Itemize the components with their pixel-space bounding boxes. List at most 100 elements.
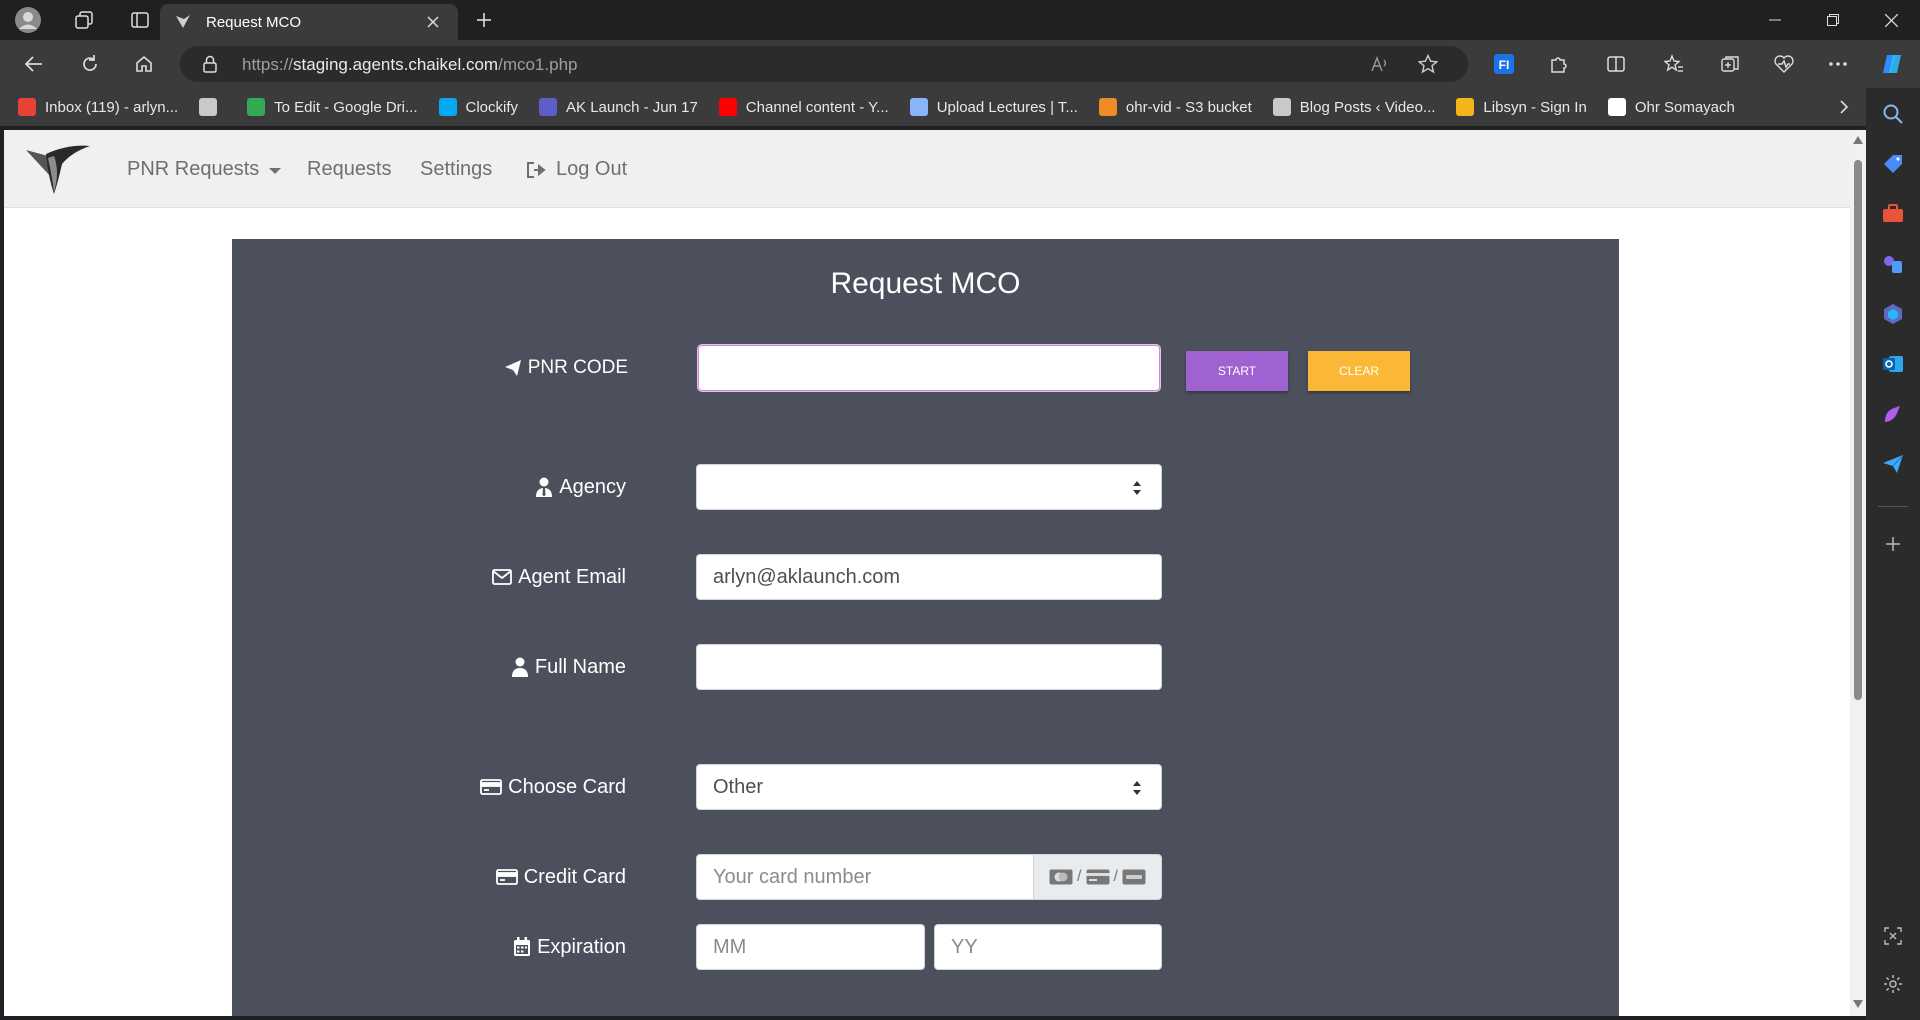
page-viewport: PNR Requests Requests Settings Log Out R… [4,130,1850,1016]
bookmark-label: ohr-vid - S3 bucket [1125,98,1252,116]
credit-card-number-input[interactable]: Your card number [696,854,1034,900]
sign-out-icon [527,161,546,178]
home-button[interactable] [126,46,162,82]
bookmark-item[interactable]: Inbox (119) - arlyn... [18,98,178,116]
start-button[interactable]: START [1186,351,1288,391]
bookmark-label: Channel content - Y... [745,98,889,116]
site-favicon [176,15,190,28]
extension-fi-icon[interactable]: FI [1488,48,1520,80]
add-sidebar-app-icon[interactable] [1881,532,1905,556]
bookmark-item[interactable]: Libsyn - Sign In [1456,98,1587,116]
expiration-label: Expiration [432,924,626,970]
bookmark-item[interactable]: Ohr Somayach [1607,98,1735,116]
close-window-button[interactable] [1862,0,1920,40]
close-icon [1884,13,1898,27]
reload-button[interactable] [72,46,108,82]
choose-card-select[interactable]: Other [696,764,1162,810]
microsoft-365-icon[interactable] [1881,302,1905,326]
tools-briefcase-icon[interactable] [1881,202,1905,226]
aws-s3-icon [1098,98,1117,116]
plus-icon [477,13,491,27]
bookmarks-bar: Inbox (119) - arlyn... To Edit - Google D… [0,88,1880,126]
pnr-code-input[interactable] [698,345,1160,391]
designer-icon[interactable] [1881,402,1905,426]
tab-request-mco[interactable]: Request MCO [160,4,458,40]
bookmark-label: AK Launch - Jun 17 [566,98,698,116]
more-options-icon[interactable] [1822,48,1854,80]
url-text[interactable]: https://staging.agents.chaikel.com/mco1.… [242,55,577,75]
copilot-icon[interactable] [1876,48,1908,80]
user-tie-icon [536,477,553,497]
bookmark-item[interactable]: Upload Lectures | T... [909,98,1078,116]
scroll-down-arrow-icon[interactable] [1853,1000,1863,1008]
page-scrollbar[interactable] [1850,130,1866,1016]
split-screen-icon[interactable] [1600,48,1632,80]
browser-essentials-icon[interactable] [1768,48,1800,80]
user-icon [511,657,528,677]
games-icon[interactable] [1881,252,1905,276]
nav-logout-label: Log Out [556,158,628,180]
nav-requests-link[interactable]: Requests [307,158,392,181]
scroll-up-arrow-icon[interactable] [1853,136,1863,144]
ohr-somayach-icon [1607,98,1626,116]
settings-gear-icon[interactable] [1881,972,1905,996]
bookmark-item[interactable]: ohr-vid - S3 bucket [1098,98,1252,116]
shopping-tag-icon[interactable] [1881,152,1905,176]
nav-logout-link[interactable]: Log Out [526,158,627,181]
expiration-month-input[interactable]: MM [696,924,925,970]
address-bar[interactable]: https://staging.agents.chaikel.com/mco1.… [180,46,1468,82]
collections-icon[interactable] [1714,48,1746,80]
back-button[interactable] [16,46,52,82]
full-name-input[interactable] [696,644,1162,690]
bookmark-item[interactable]: Clockify [438,98,518,116]
send-paper-plane-icon[interactable] [1881,452,1905,476]
envelope-icon [492,569,513,585]
nav-pnr-requests-dropdown[interactable]: PNR Requests [127,158,282,181]
search-icon[interactable] [1881,102,1905,126]
bookmark-item[interactable]: Blog Posts ‹ Video... [1272,98,1435,116]
workspaces-icon[interactable] [56,0,112,40]
site-logo[interactable] [24,142,92,196]
close-tab-icon[interactable] [422,11,444,33]
outlook-icon[interactable] [1881,352,1905,376]
favorite-star-icon[interactable] [1416,54,1440,74]
favorites-icon[interactable] [1658,48,1690,80]
site-navbar: PNR Requests Requests Settings Log Out [4,130,1850,208]
scrollbar-thumb[interactable] [1854,160,1862,700]
nav-settings-link[interactable]: Settings [420,158,492,181]
svg-text:FI: FI [1499,58,1510,72]
google-drive-icon [247,98,266,116]
screenshot-capture-icon[interactable] [1881,924,1905,948]
bookmark-item[interactable]: To Edit - Google Dri... [247,98,418,116]
bookmark-item[interactable] [199,98,226,116]
agency-select[interactable] [696,464,1162,510]
paypal-icon [1122,869,1146,885]
paper-plane-icon [504,360,521,376]
edge-sidebar [1866,88,1920,1020]
lock-icon[interactable] [202,55,218,78]
bookmark-item[interactable]: Channel content - Y... [718,98,889,116]
choose-card-label: Choose Card [432,764,626,810]
agent-email-input[interactable]: arlyn@aklaunch.com [696,554,1162,600]
new-tab-button[interactable] [466,4,502,36]
upload-icon [909,98,928,116]
minimize-button[interactable] [1746,0,1804,40]
credit-card-generic-icon [1086,869,1109,885]
bookmarks-overflow-chevron-icon[interactable] [1832,94,1856,120]
profile-icon[interactable] [0,0,56,40]
restore-button[interactable] [1804,0,1862,40]
back-arrow-icon [24,56,42,72]
bookmark-label: Libsyn - Sign In [1483,98,1587,116]
reload-icon [83,55,97,71]
bookmark-item[interactable]: AK Launch - Jun 17 [539,98,698,116]
read-aloud-icon[interactable] [1368,54,1392,74]
wordpress-lib-icon [1272,98,1291,116]
calendar-icon [514,937,531,956]
sidebar-divider [1878,506,1908,507]
extensions-puzzle-icon[interactable] [1542,48,1574,80]
nav-settings-label: Settings [420,158,493,180]
clear-button[interactable]: CLEAR [1308,351,1410,391]
nav-pnr-requests-label: PNR Requests [127,158,260,180]
libsyn-icon [1456,98,1475,116]
expiration-year-input[interactable]: YY [934,924,1162,970]
